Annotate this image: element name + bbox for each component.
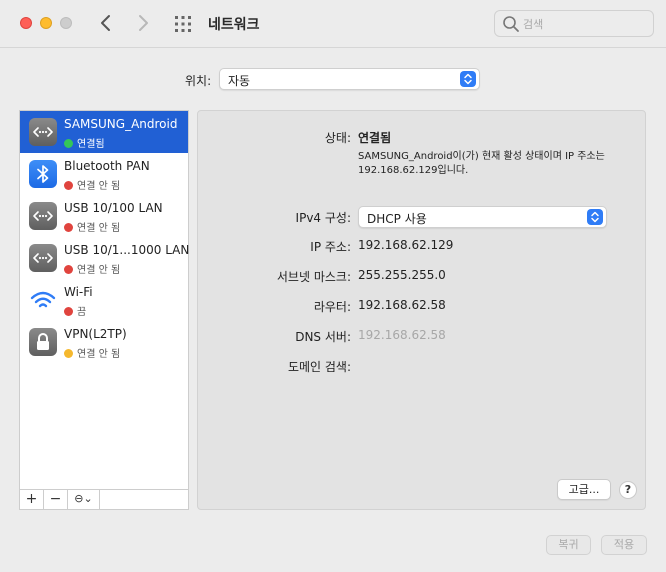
help-button[interactable]: ?: [619, 481, 637, 499]
service-item-bluetooth-pan[interactable]: Bluetooth PAN 연결 안 됨: [20, 153, 188, 195]
dns-server-label: DNS 서버:: [295, 330, 351, 344]
ip-address-value: 192.168.62.129: [358, 238, 454, 252]
status-dot-green: [64, 139, 73, 148]
service-name: SAMSUNG_Android: [64, 117, 178, 131]
location-select[interactable]: 자동: [219, 68, 480, 90]
minimize-button[interactable]: [40, 17, 52, 29]
ipv4-config-value: DHCP 사용: [367, 212, 427, 226]
service-item-wifi[interactable]: Wi-Fi 끔: [20, 279, 188, 321]
search-field[interactable]: [494, 10, 654, 37]
search-input[interactable]: [523, 15, 643, 33]
status-value: 연결됨: [358, 131, 392, 145]
chevron-left-icon: [101, 15, 110, 31]
lock-icon: [29, 328, 57, 356]
add-service-button[interactable]: +: [20, 490, 44, 509]
ethernet-arrows-icon: [29, 118, 57, 146]
close-button[interactable]: [20, 17, 32, 29]
status-dot-red: [64, 181, 73, 190]
dns-server-value: 192.168.62.58: [358, 328, 446, 342]
status-dot-red: [64, 307, 73, 316]
service-name: Bluetooth PAN: [64, 159, 150, 173]
ipv4-config-select[interactable]: DHCP 사용: [358, 206, 607, 228]
service-name: USB 10/100 LAN: [64, 201, 163, 215]
window-title: 네트워크: [208, 17, 260, 33]
subnet-mask-value: 255.255.255.0: [358, 268, 446, 282]
service-detail-pane: 상태: 연결됨 SAMSUNG_Android이(가) 현재 활성 상태이며 I…: [197, 110, 646, 510]
service-item-vpn-l2tp[interactable]: VPN(L2TP) 연결 안 됨: [20, 321, 188, 363]
network-preferences-window: 네트워크 위치: 자동 SAMSUNG_Android 연결됨 Bluetoot…: [0, 0, 666, 572]
chevron-right-icon: [139, 15, 148, 31]
status-dot-red: [64, 265, 73, 274]
service-status: 연결 안 됨: [64, 345, 120, 360]
service-item-usb-10-100-lan[interactable]: USB 10/100 LAN 연결 안 됨: [20, 195, 188, 237]
service-list-toolbar: + − ⊖⌄: [19, 490, 189, 510]
updown-arrows-icon: [587, 209, 603, 225]
ipv4-config-label: IPv4 구성:: [295, 211, 351, 225]
status-description: SAMSUNG_Android이(가) 현재 활성 상태이며 IP 주소는 19…: [358, 151, 605, 176]
updown-arrows-icon: [460, 71, 476, 87]
location-value: 자동: [228, 74, 251, 88]
title-bar: 네트워크: [0, 0, 666, 48]
forward-button[interactable]: [132, 12, 154, 34]
service-name: VPN(L2TP): [64, 327, 127, 341]
service-list: SAMSUNG_Android 연결됨 Bluetooth PAN 연결 안 됨…: [19, 110, 189, 490]
status-dot-yellow: [64, 349, 73, 358]
search-icon: [503, 16, 519, 32]
show-all-button[interactable]: [173, 14, 193, 34]
service-name: Wi-Fi: [64, 285, 93, 299]
subnet-mask-label: 서브넷 마스크:: [276, 270, 351, 284]
router-value: 192.168.62.58: [358, 298, 446, 312]
service-status: 연결됨: [64, 135, 105, 150]
remove-service-button[interactable]: −: [44, 490, 68, 509]
revert-button[interactable]: 복귀: [546, 535, 591, 555]
action-menu-button[interactable]: ⊖⌄: [68, 490, 100, 509]
service-name: USB 10/1...1000 LAN: [64, 243, 190, 257]
ip-address-label: IP 주소:: [310, 240, 351, 254]
zoom-button[interactable]: [60, 17, 72, 29]
back-button[interactable]: [95, 12, 117, 34]
search-domains-label: 도메인 검색:: [287, 360, 351, 374]
router-label: 라우터:: [313, 300, 351, 314]
service-status: 연결 안 됨: [64, 177, 120, 192]
service-item-usb-1000-lan[interactable]: USB 10/1...1000 LAN 연결 안 됨: [20, 237, 190, 279]
apply-button[interactable]: 적용: [601, 535, 647, 555]
service-status: 끔: [64, 303, 86, 318]
status-dot-red: [64, 223, 73, 232]
ethernet-arrows-icon: [29, 202, 57, 230]
grid-icon: [175, 16, 191, 32]
location-label: 위치:: [185, 74, 212, 88]
service-status: 연결 안 됨: [64, 261, 120, 276]
service-status: 연결 안 됨: [64, 219, 120, 234]
ethernet-arrows-icon: [29, 244, 57, 272]
status-label: 상태:: [324, 131, 351, 145]
bluetooth-icon: [29, 160, 57, 188]
wifi-icon: [29, 286, 57, 314]
service-item-samsung-android[interactable]: SAMSUNG_Android 연결됨: [20, 111, 188, 153]
advanced-button[interactable]: 고급...: [557, 479, 611, 500]
